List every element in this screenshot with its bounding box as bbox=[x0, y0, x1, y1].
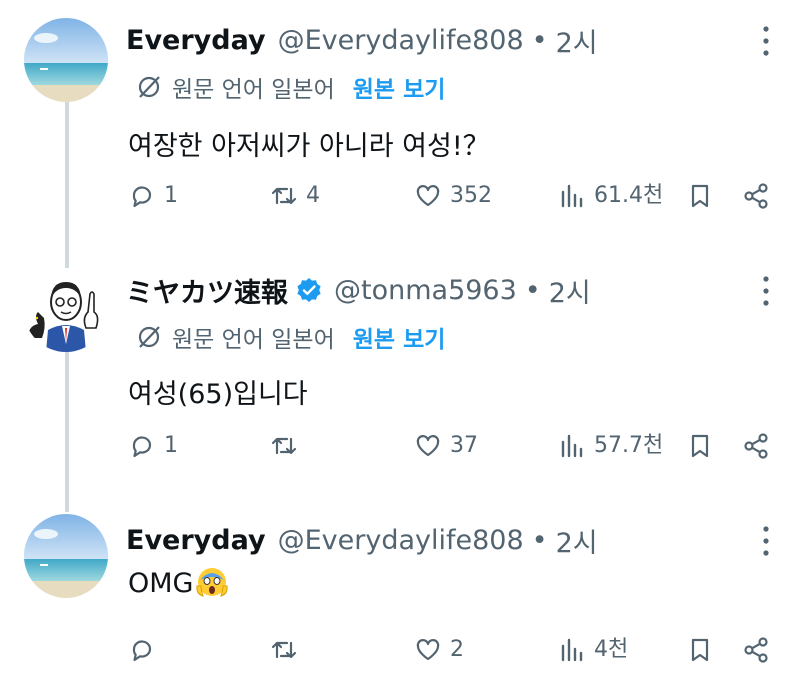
more-icon[interactable] bbox=[760, 274, 772, 308]
reply-count: 1 bbox=[164, 433, 178, 458]
more-icon[interactable] bbox=[760, 524, 772, 558]
display-name[interactable]: Everyday bbox=[126, 25, 266, 56]
separator-dot: • bbox=[531, 524, 548, 556]
bookmark-icon bbox=[691, 184, 709, 208]
show-original-link[interactable]: 원본 보기 bbox=[353, 70, 446, 104]
views-button[interactable]: 57.7천 bbox=[558, 432, 663, 460]
timestamp[interactable]: 2시 bbox=[556, 21, 598, 60]
reply-icon bbox=[132, 436, 152, 458]
translation-label: 원문 언어 일본어 bbox=[172, 77, 335, 103]
retweet-button[interactable]: 4 bbox=[270, 182, 320, 210]
view-count: 57.7천 bbox=[594, 433, 664, 458]
separator-dot: • bbox=[524, 274, 541, 306]
retweet-button[interactable] bbox=[270, 432, 306, 460]
bookmark-icon bbox=[691, 434, 709, 458]
display-name[interactable]: Everyday bbox=[126, 525, 266, 556]
translation-row: 원문 언어 일본어 원본 보기 bbox=[136, 320, 445, 354]
like-count: 352 bbox=[450, 183, 492, 208]
avatar[interactable] bbox=[24, 18, 108, 102]
heart-icon bbox=[416, 185, 440, 207]
translation-row: 원문 언어 일본어 원본 보기 bbox=[136, 70, 445, 104]
translate-icon bbox=[138, 326, 160, 348]
action-bar: 1 37 57.7천 bbox=[0, 432, 800, 472]
bookmark-button[interactable] bbox=[686, 182, 722, 210]
timestamp[interactable]: 2시 bbox=[556, 521, 598, 560]
verified-badge-icon bbox=[296, 277, 322, 303]
share-button[interactable] bbox=[742, 636, 778, 664]
like-button[interactable]: 37 bbox=[414, 432, 478, 460]
reply-icon bbox=[132, 186, 152, 208]
retweet-count: 4 bbox=[306, 183, 320, 208]
more-icon[interactable] bbox=[760, 24, 772, 58]
share-button[interactable] bbox=[742, 432, 778, 460]
like-count: 2 bbox=[450, 637, 464, 662]
views-button[interactable]: 4천 bbox=[558, 636, 628, 664]
tweet-3[interactable]: Everyday @Everydaylife808 • 2시 OMG 2 4천 bbox=[0, 500, 800, 689]
heart-icon bbox=[416, 639, 440, 661]
like-count: 37 bbox=[450, 433, 478, 458]
tweet-text: OMG bbox=[128, 568, 194, 599]
retweet-icon bbox=[271, 641, 297, 659]
retweet-button[interactable] bbox=[270, 636, 306, 664]
tweet-header: Everyday @Everydaylife808 • 2시 bbox=[126, 20, 598, 60]
views-icon bbox=[561, 434, 583, 458]
separator-dot: • bbox=[531, 24, 548, 56]
views-icon bbox=[561, 184, 583, 208]
tweet-text: 여장한 아저씨가 아니라 여성!？ bbox=[128, 131, 490, 162]
reply-count: 1 bbox=[164, 183, 178, 208]
share-icon bbox=[744, 637, 768, 663]
username[interactable]: @Everydaylife808 bbox=[278, 25, 524, 56]
tweet-1[interactable]: Everyday @Everydaylife808 • 2시 원문 언어 일본어… bbox=[0, 0, 800, 250]
reply-icon bbox=[132, 640, 152, 662]
display-name[interactable]: ミヤカツ速報 bbox=[126, 271, 288, 310]
avatar[interactable] bbox=[24, 514, 108, 598]
like-button[interactable]: 352 bbox=[414, 182, 492, 210]
translation-label: 원문 언어 일본어 bbox=[172, 327, 335, 353]
retweet-icon bbox=[271, 187, 297, 205]
show-original-link[interactable]: 원본 보기 bbox=[353, 320, 446, 354]
bookmark-icon bbox=[691, 638, 709, 662]
tweet-text: 여성(65)입니다 bbox=[128, 379, 308, 410]
retweet-icon bbox=[271, 437, 297, 455]
views-button[interactable]: 61.4천 bbox=[558, 182, 663, 210]
translate-icon bbox=[138, 76, 160, 98]
heart-icon bbox=[416, 435, 440, 457]
action-bar: 2 4천 bbox=[0, 636, 800, 676]
like-button[interactable]: 2 bbox=[414, 636, 464, 664]
tweet-2[interactable]: ミヤカツ速報 @tonma5963 • 2시 원문 언어 일본어 원본 보기 여… bbox=[0, 250, 800, 500]
timestamp[interactable]: 2시 bbox=[549, 271, 591, 310]
view-count: 61.4천 bbox=[594, 183, 664, 208]
tweet-header: ミヤカツ速報 @tonma5963 • 2시 bbox=[126, 270, 591, 310]
screaming-face-emoji bbox=[195, 564, 229, 598]
action-bar: 1 4 352 61.4천 bbox=[0, 182, 800, 222]
views-icon bbox=[561, 638, 583, 662]
reply-button[interactable]: 1 bbox=[128, 182, 178, 210]
reply-button[interactable] bbox=[128, 636, 164, 664]
view-count: 4천 bbox=[594, 637, 629, 662]
share-icon bbox=[744, 433, 768, 459]
share-button[interactable] bbox=[742, 182, 778, 210]
bookmark-button[interactable] bbox=[686, 432, 722, 460]
avatar[interactable] bbox=[24, 268, 108, 352]
bookmark-button[interactable] bbox=[686, 636, 722, 664]
username[interactable]: @Everydaylife808 bbox=[278, 525, 524, 556]
username[interactable]: @tonma5963 bbox=[334, 275, 517, 306]
share-icon bbox=[744, 183, 768, 209]
tweet-body: OMG bbox=[128, 564, 229, 599]
reply-button[interactable]: 1 bbox=[128, 432, 178, 460]
tweet-header: Everyday @Everydaylife808 • 2시 bbox=[126, 520, 598, 560]
